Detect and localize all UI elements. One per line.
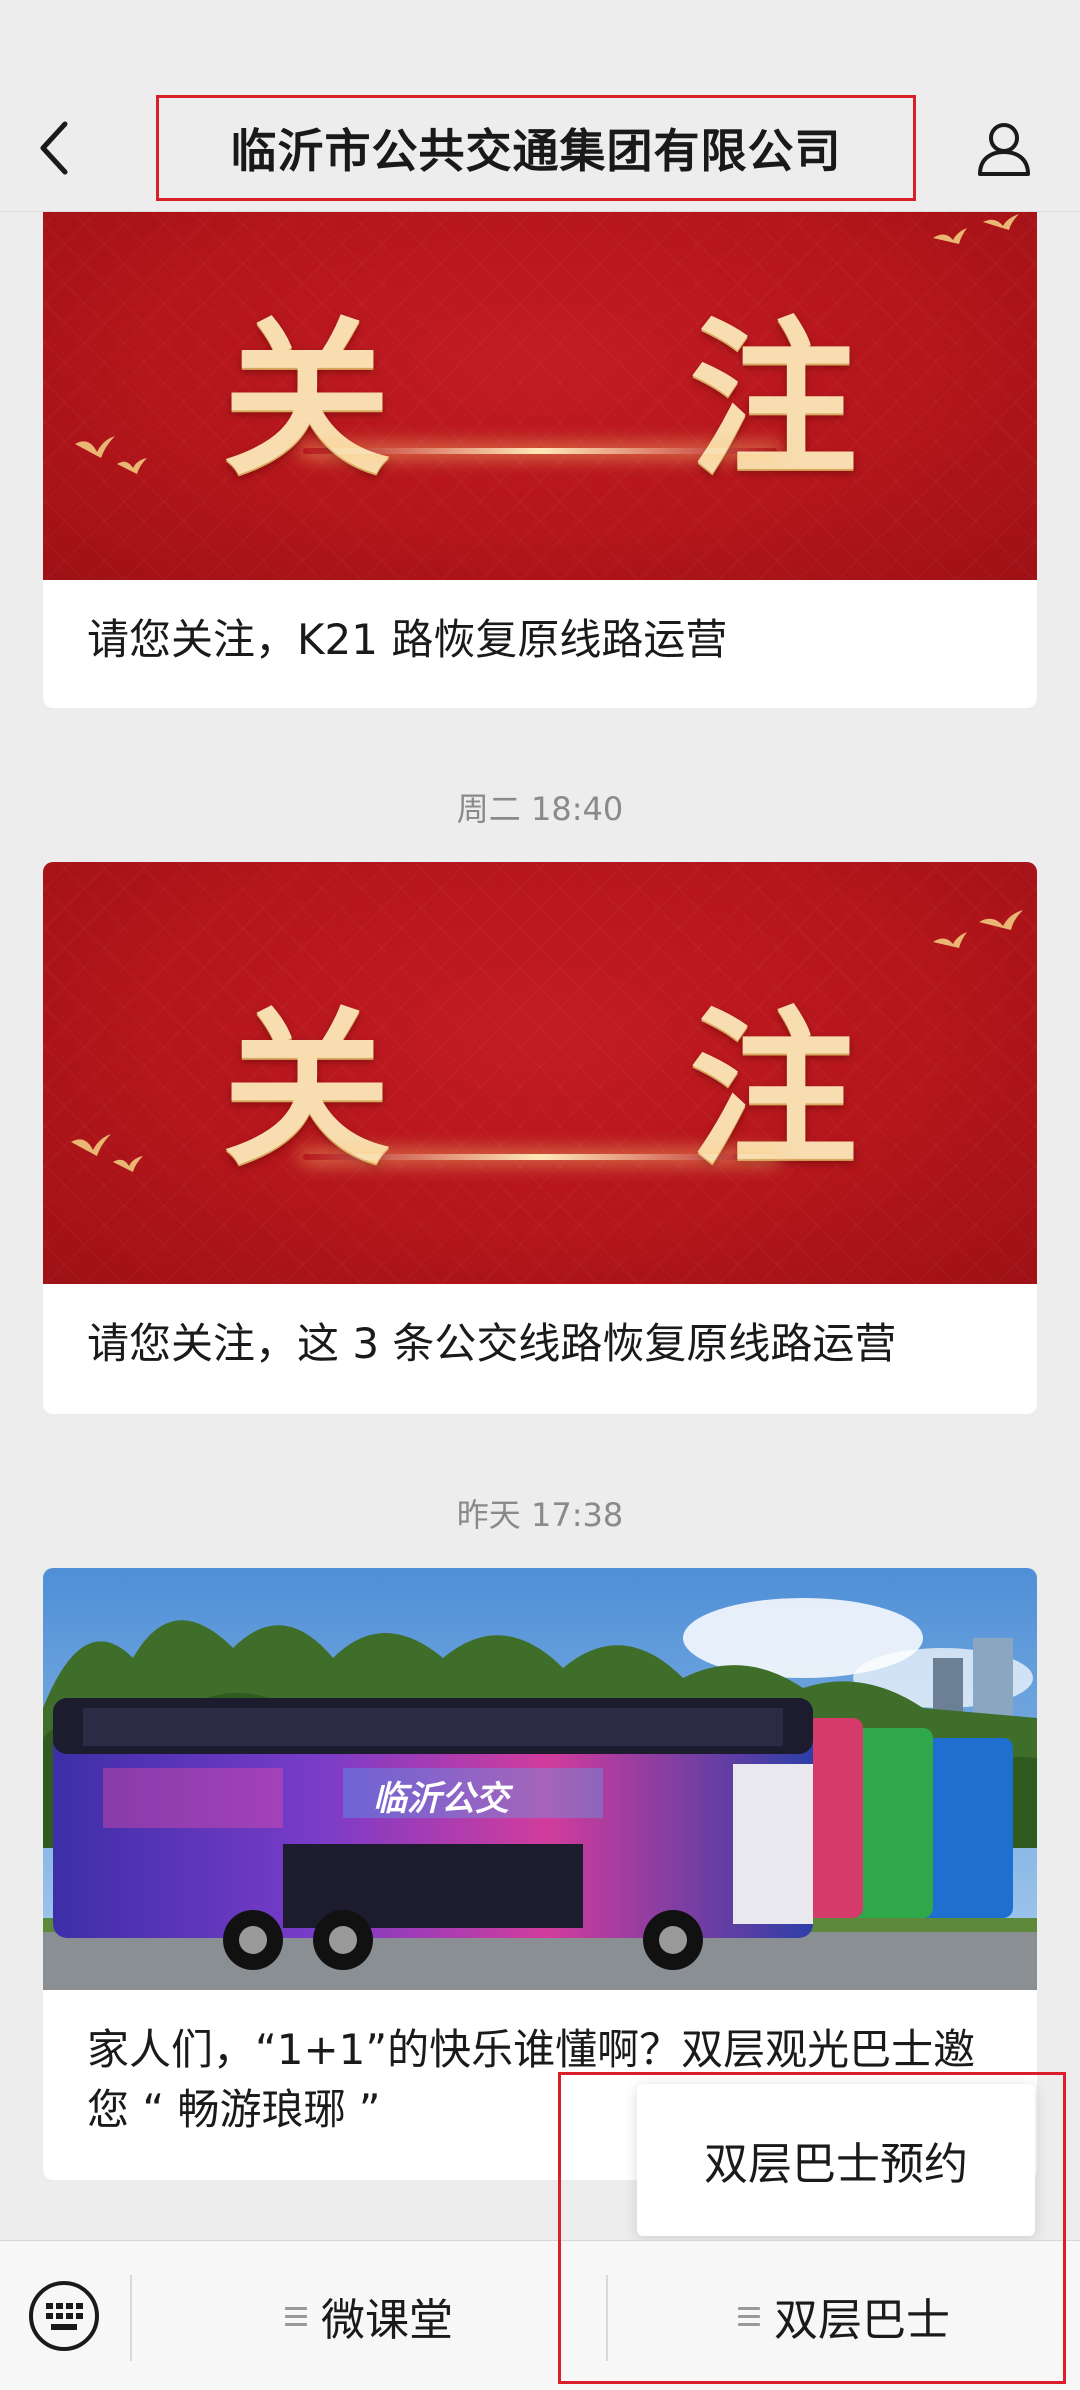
cover-title: 关 注 [222, 990, 978, 1188]
profile-button[interactable] [968, 112, 1040, 184]
menu-list-icon [285, 2302, 307, 2331]
message-timestamp: 周二 18:40 [456, 790, 624, 828]
menu-item-label: 双层巴士 [774, 2295, 950, 2346]
bird-icon [933, 214, 1019, 244]
chat-page: 临沂市公共交通集团有限公司 关 注 请您关注，K21 路恢复原线路运营 周二 1… [0, 0, 1080, 2390]
page-title: 临沂市公共交通集团有限公司 [230, 124, 842, 178]
menu-item-label: 微课堂 [321, 2295, 453, 2346]
keyboard-toggle-button[interactable] [24, 2276, 104, 2356]
bus-logo-text: 临沂公交 [373, 1780, 514, 1818]
article-card[interactable]: 关 注 请您关注，K21 路恢复原线路运营 [43, 212, 1037, 708]
chevron-left-icon [40, 121, 68, 175]
menu-item-double-decker-bus[interactable]: 双层巴士 [608, 2241, 1080, 2390]
bird-icon [71, 1134, 143, 1172]
double-decker-bus-photo: 临沂公交 [43, 1568, 1037, 1990]
title-highlight-box: 临沂市公共交通集团有限公司 [156, 95, 916, 201]
article-title: 请您关注，这 3 条公交线路恢复原线路运营 [87, 1319, 897, 1368]
article-cover: 关 注 [43, 862, 1037, 1284]
header-bar: 临沂市公共交通集团有限公司 [0, 0, 1080, 212]
bird-icon [75, 436, 147, 474]
article-card[interactable]: 关 注 请您关注，这 3 条公交线路恢复原线路运营 [43, 862, 1037, 1414]
article-cover: 临沂公交 [43, 1568, 1037, 1990]
article-title: 请您关注，K21 路恢复原线路运营 [87, 615, 728, 664]
back-button[interactable] [22, 112, 86, 184]
cover-title: 关 注 [222, 300, 978, 498]
menu-list-icon [738, 2302, 760, 2331]
menu-item-wei-ke-tang[interactable]: 微课堂 [132, 2241, 606, 2390]
message-timestamp: 昨天 17:38 [456, 1496, 624, 1534]
person-icon [978, 123, 1030, 176]
article-cover: 关 注 [43, 212, 1037, 580]
keyboard-icon [29, 2281, 99, 2351]
bird-icon [933, 910, 1023, 948]
submenu-popup-item[interactable]: 双层巴士预约 [637, 2084, 1035, 2236]
bottom-menu-bar: 微课堂 双层巴士 [0, 2240, 1080, 2390]
